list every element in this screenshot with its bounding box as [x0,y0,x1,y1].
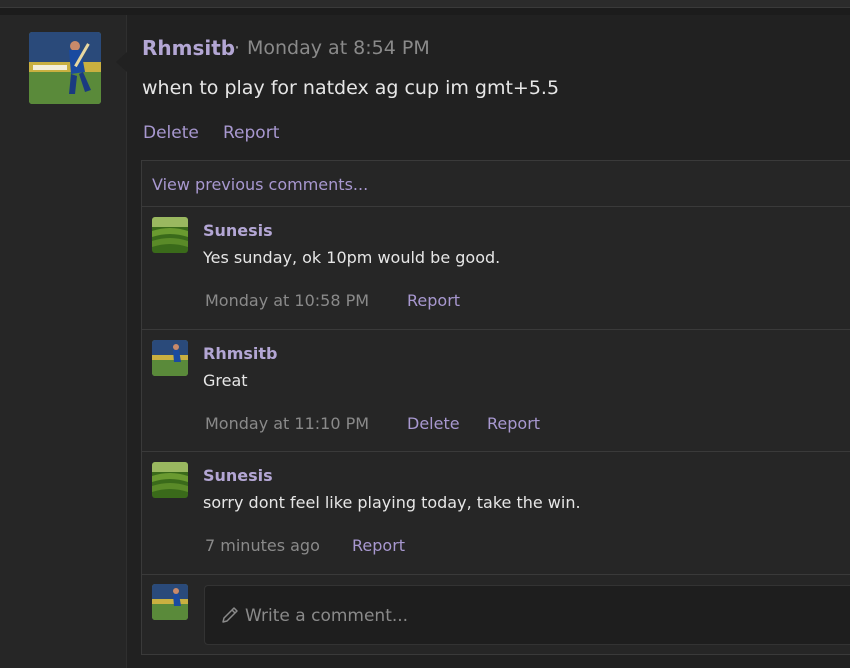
avatar[interactable] [152,217,188,253]
comment-text: sorry dont feel like playing today, take… [203,493,581,512]
post-timestamp[interactable]: Monday at 8:54 PM [247,37,430,59]
avatar[interactable] [29,32,101,104]
comment-author[interactable]: Sunesis [203,466,273,485]
comment-author[interactable]: Sunesis [203,221,273,240]
view-previous-comments-link[interactable]: View previous comments... [152,175,368,194]
avatar-image [152,584,188,620]
report-button[interactable]: Report [352,536,405,555]
comment-input-placeholder: Write a comment... [245,606,409,626]
avatar[interactable] [152,340,188,376]
avatar-image [152,462,188,498]
reply-row: Write a comment... [142,575,850,656]
avatar-image [29,32,101,104]
comment-item: Sunesis Yes sunday, ok 10pm would be goo… [142,207,850,330]
post-text: when to play for natdex ag cup im gmt+5.… [142,77,560,99]
comment-text: Great [203,371,248,390]
comment-text: Yes sunday, ok 10pm would be good. [203,248,501,267]
comment-item: Rhmsitb Great Monday at 11:10 PM Delete … [142,330,850,452]
delete-button[interactable]: Delete [143,123,199,143]
avatar-image [152,217,188,253]
post-pointer [116,52,127,72]
report-button[interactable]: Report [407,291,460,310]
comments-section: View previous comments... Sunesis Yes su… [141,160,850,655]
pencil-icon [222,607,238,623]
comment-timestamp[interactable]: Monday at 11:10 PM [205,414,369,433]
comment-timestamp[interactable]: Monday at 10:58 PM [205,291,369,310]
view-previous-row: View previous comments... [142,161,850,207]
post-author[interactable]: Rhmsitb [142,36,235,60]
author-column [0,15,127,668]
comment-input[interactable]: Write a comment... [204,585,850,645]
report-button[interactable]: Report [487,414,540,433]
avatar [152,584,188,620]
comment-item: Sunesis sorry dont feel like playing tod… [142,452,850,575]
delete-button[interactable]: Delete [407,414,460,433]
avatar[interactable] [152,462,188,498]
top-bar [0,0,850,8]
report-button[interactable]: Report [223,123,279,143]
comment-timestamp[interactable]: 7 minutes ago [205,536,320,555]
post-separator: · [234,37,241,59]
avatar-image [152,340,188,376]
comment-author[interactable]: Rhmsitb [203,344,278,363]
